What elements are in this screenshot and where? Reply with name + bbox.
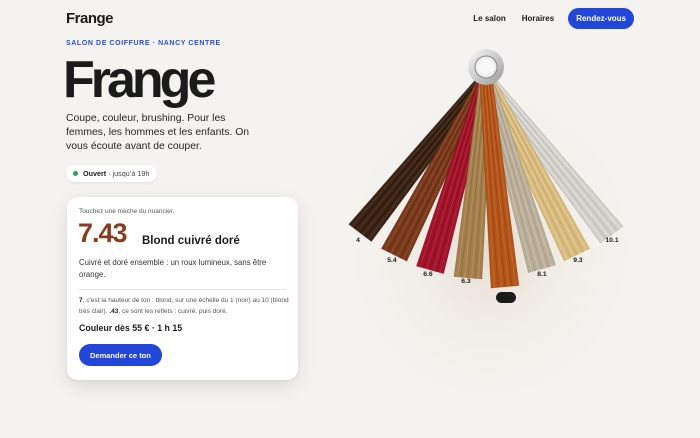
rendez-vous-button[interactable]: Rendez-vous bbox=[568, 8, 634, 29]
tone-label-4[interactable]: 4 bbox=[356, 237, 360, 244]
eyebrow: SALON DE COIFFURE · NANCY CENTRE bbox=[66, 40, 221, 47]
tone-label-9-3[interactable]: 9.3 bbox=[573, 257, 583, 264]
nav-horaires[interactable]: Horaires bbox=[522, 14, 554, 23]
tone-label-5-4[interactable]: 5.4 bbox=[387, 257, 397, 264]
nav-le-salon[interactable]: Le salon bbox=[473, 14, 505, 23]
tone-label-10-1[interactable]: 10.1 bbox=[605, 237, 618, 244]
page-title: Frange bbox=[63, 51, 216, 109]
tone-label-7-43[interactable]: 7.43 bbox=[499, 295, 512, 302]
price-line: Couleur dès 55 € · 1 h 15 bbox=[79, 323, 183, 333]
hair-swatch-fan: 4 5.4 6.6 6.3 7.43 8.1 9.3 10.1 bbox=[330, 30, 670, 390]
top-nav: Le salon Horaires Rendez-vous bbox=[473, 8, 634, 29]
tone-label-6-6[interactable]: 6.6 bbox=[423, 271, 433, 278]
shade-explanation: 7, c’est la hauteur de ton : blond, sur … bbox=[79, 295, 293, 317]
ask-shade-button[interactable]: Demander ce ton bbox=[79, 344, 162, 366]
status-badge: Ouvert · jusqu’à 19h bbox=[66, 165, 158, 182]
shade-card: Touchez une mèche du nuancier. 7.43 Blon… bbox=[67, 197, 298, 380]
status-dot-icon bbox=[73, 171, 78, 176]
swatch-ring-icon bbox=[468, 49, 504, 85]
status-hours: · jusqu’à 19h bbox=[108, 169, 150, 178]
tone-label-6-3[interactable]: 6.3 bbox=[461, 278, 471, 285]
swatch-svg: 4 5.4 6.6 6.3 7.43 8.1 9.3 10.1 bbox=[335, 49, 645, 390]
brand-logo[interactable]: Frange bbox=[66, 10, 114, 27]
hero-lede: Coupe, couleur, brushing. Pour les femme… bbox=[66, 113, 250, 152]
explain-part2: , ce sont les reflets : cuivré, puis dor… bbox=[118, 308, 228, 315]
status-label: Ouvert bbox=[83, 169, 107, 178]
shade-description: Cuivré et doré ensemble : un roux lumine… bbox=[79, 258, 267, 279]
tone-label-8-1[interactable]: 8.1 bbox=[537, 271, 547, 278]
shade-code: 7.43 bbox=[78, 218, 128, 248]
card-divider bbox=[79, 289, 286, 290]
shade-name: Blond cuivré doré bbox=[142, 235, 240, 247]
card-hint: Touchez une mèche du nuancier. bbox=[79, 208, 175, 215]
